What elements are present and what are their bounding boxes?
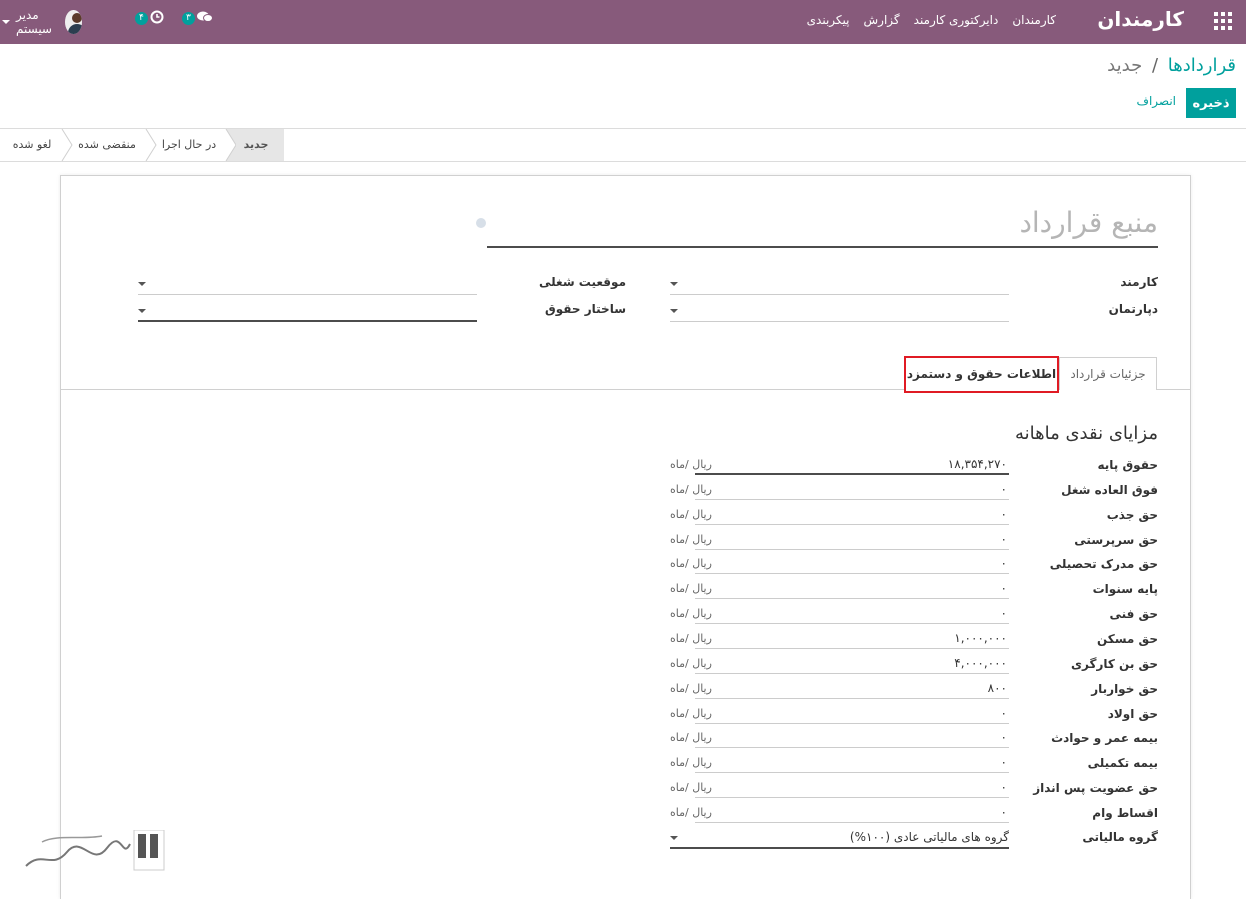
row-value-input[interactable]: ۴,۰۰۰,۰۰۰ bbox=[695, 654, 1009, 674]
row-label: پایه سنوات bbox=[1092, 582, 1158, 596]
row-label: حق مدرک تحصیلی bbox=[1049, 557, 1158, 571]
messages-menu[interactable]: ۳ bbox=[182, 10, 213, 27]
menu-configuration[interactable]: پیکربندی bbox=[807, 13, 850, 27]
tax-group-label: گروه مالیاتی bbox=[1082, 830, 1158, 844]
row-label: بیمه تکمیلی bbox=[1087, 756, 1158, 770]
clock-icon bbox=[150, 10, 164, 27]
tab-payroll-info[interactable]: اطلاعات حقوق و دستمزد bbox=[904, 356, 1059, 393]
tax-group-value: گروه های مالیاتی عادی (۱۰۰%) bbox=[849, 830, 1009, 844]
chevron-down-icon bbox=[670, 836, 678, 840]
stage-running[interactable]: در حال اجرا bbox=[156, 129, 222, 161]
row-unit: ریال /ماه bbox=[670, 508, 712, 521]
row-label: حق فنی bbox=[1109, 607, 1158, 621]
row-value-input[interactable]: ۰ bbox=[695, 728, 1009, 748]
chevron-down-icon bbox=[2, 20, 10, 24]
row-value-input[interactable]: ۰ bbox=[695, 554, 1009, 574]
chat-icon bbox=[196, 10, 213, 27]
row-label: حق جذب bbox=[1106, 508, 1158, 522]
row-value-input[interactable]: ۰ bbox=[695, 505, 1009, 525]
row-unit: ریال /ماه bbox=[670, 707, 712, 720]
row-unit: ریال /ماه bbox=[670, 806, 712, 819]
status-bar: جدید در حال اجرا منقضی شده لغو شده bbox=[0, 129, 1246, 162]
salary-structure-select[interactable] bbox=[138, 298, 477, 322]
tax-group-select[interactable]: گروه های مالیاتی عادی (۱۰۰%) bbox=[670, 827, 1009, 849]
row-value-input[interactable]: ۰ bbox=[695, 704, 1009, 724]
row-unit: ریال /ماه bbox=[670, 607, 712, 620]
department-label: دپارتمان bbox=[1108, 302, 1158, 316]
row-label: حقوق پایه bbox=[1097, 458, 1158, 472]
row-label: فوق العاده شغل bbox=[1061, 483, 1158, 497]
row-label: حق اولاد bbox=[1107, 707, 1158, 721]
row-unit: ریال /ماه bbox=[670, 781, 712, 794]
menu-reporting[interactable]: گزارش bbox=[864, 13, 900, 27]
row-value-input[interactable]: ۸۰۰ bbox=[695, 679, 1009, 699]
messages-badge: ۳ bbox=[182, 12, 195, 25]
row-value-input[interactable]: ۰ bbox=[695, 604, 1009, 624]
chevron-down-icon bbox=[138, 282, 146, 286]
chevron-down-icon bbox=[670, 309, 678, 313]
section-title: مزایای نقدی ماهانه bbox=[1014, 423, 1158, 444]
row-value-input[interactable]: ۰ bbox=[695, 480, 1009, 500]
stage-new[interactable]: جدید bbox=[236, 129, 276, 161]
tab-contract-details[interactable]: جزئیات قرارداد bbox=[1059, 357, 1157, 390]
user-menu[interactable]: مدیر سیستم bbox=[2, 8, 82, 36]
breadcrumb-separator: / bbox=[1151, 55, 1159, 76]
breadcrumb-contracts[interactable]: قراردادها bbox=[1168, 55, 1236, 76]
top-navbar: کارمندان کارمندان دایرکتوری کارمند گزارش… bbox=[0, 0, 1246, 44]
salary-structure-label: ساختار حقوق bbox=[545, 302, 626, 316]
job-position-select[interactable] bbox=[138, 271, 477, 295]
row-unit: ریال /ماه bbox=[670, 756, 712, 769]
employee-select[interactable] bbox=[670, 271, 1009, 295]
row-unit: ریال /ماه bbox=[670, 657, 712, 670]
save-button[interactable]: ذخیره bbox=[1186, 88, 1236, 118]
status-dot-icon bbox=[476, 218, 486, 228]
breadcrumb-current: جدید bbox=[1107, 55, 1143, 76]
row-label: حق سرپرستی bbox=[1074, 533, 1158, 547]
row-value-input[interactable]: ۰ bbox=[695, 753, 1009, 773]
row-unit: ریال /ماه bbox=[670, 557, 712, 570]
contract-name-input[interactable]: منبع قرارداد bbox=[487, 203, 1158, 248]
row-unit: ریال /ماه bbox=[670, 682, 712, 695]
app-title: کارمندان bbox=[1097, 7, 1184, 31]
watermark-logo bbox=[22, 829, 167, 876]
row-unit: ریال /ماه bbox=[670, 582, 712, 595]
apps-menu-icon[interactable] bbox=[1214, 12, 1232, 30]
discard-button[interactable]: انصراف bbox=[1137, 94, 1176, 108]
row-value-input[interactable]: ۰ bbox=[695, 803, 1009, 823]
activities-badge: ۴ bbox=[135, 12, 148, 25]
row-label: اقساط وام bbox=[1092, 806, 1158, 820]
main-menu: کارمندان دایرکتوری کارمند گزارش پیکربندی bbox=[807, 13, 1056, 27]
row-value-input[interactable]: ۱۸,۳۵۴,۲۷۰ bbox=[695, 455, 1009, 475]
row-unit: ریال /ماه bbox=[670, 632, 712, 645]
job-position-label: موقعیت شغلی bbox=[539, 275, 626, 289]
row-label: حق عضویت پس انداز bbox=[1033, 781, 1158, 795]
avatar bbox=[65, 10, 82, 34]
row-unit: ریال /ماه bbox=[670, 533, 712, 546]
department-select[interactable] bbox=[670, 298, 1009, 322]
menu-employee-directory[interactable]: دایرکتوری کارمند bbox=[914, 13, 999, 27]
row-unit: ریال /ماه bbox=[670, 458, 712, 471]
row-label: حق بن کارگری bbox=[1071, 657, 1158, 671]
row-unit: ریال /ماه bbox=[670, 731, 712, 744]
chevron-down-icon bbox=[138, 309, 146, 313]
breadcrumb: قراردادها / جدید bbox=[1107, 55, 1236, 76]
row-value-input[interactable]: ۰ bbox=[695, 579, 1009, 599]
activities-menu[interactable]: ۴ bbox=[135, 10, 164, 27]
row-label: بیمه عمر و حوادث bbox=[1051, 731, 1158, 745]
user-name: مدیر سیستم bbox=[16, 8, 52, 36]
employee-label: کارمند bbox=[1120, 275, 1158, 289]
row-value-input[interactable]: ۱,۰۰۰,۰۰۰ bbox=[695, 629, 1009, 649]
menu-employees[interactable]: کارمندان bbox=[1012, 13, 1056, 27]
row-label: حق خواربار bbox=[1091, 682, 1158, 696]
chevron-down-icon bbox=[670, 282, 678, 286]
contract-name-placeholder: منبع قرارداد bbox=[1019, 206, 1158, 239]
stage-cancelled[interactable]: لغو شده bbox=[6, 129, 58, 161]
row-value-input[interactable]: ۰ bbox=[695, 530, 1009, 550]
stage-expired[interactable]: منقضی شده bbox=[72, 129, 142, 161]
row-value-input[interactable]: ۰ bbox=[695, 778, 1009, 798]
row-unit: ریال /ماه bbox=[670, 483, 712, 496]
row-label: حق مسکن bbox=[1096, 632, 1158, 646]
